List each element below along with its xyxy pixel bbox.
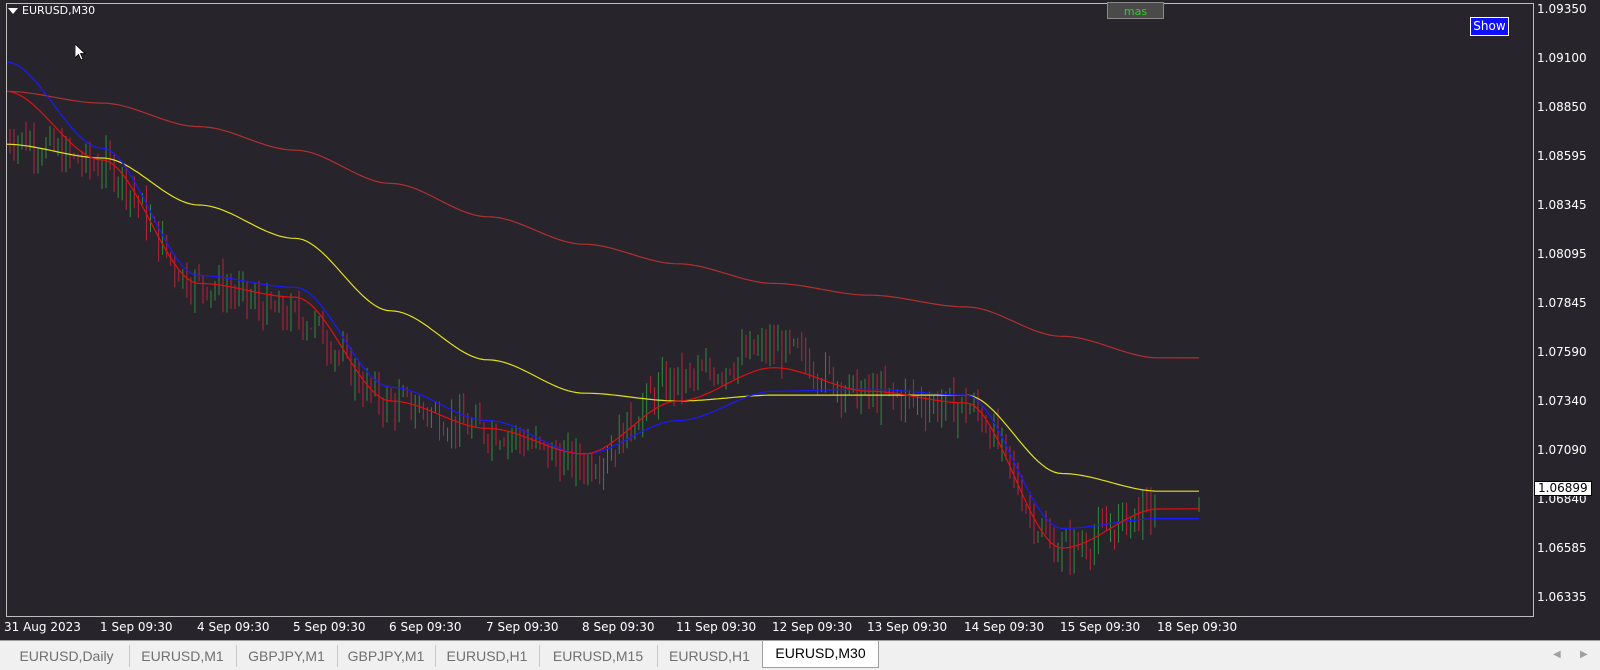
chart-plot-area[interactable] (6, 3, 1534, 617)
chart-tab[interactable]: EURUSD,Daily (4, 645, 130, 667)
chart-tab[interactable]: EURUSD,M1 (129, 645, 237, 667)
price-axis-label: 1.07845 (1537, 296, 1587, 310)
date-axis-label: 14 Sep 09:30 (964, 620, 1045, 634)
price-axis-label: 1.08595 (1537, 149, 1587, 163)
chart-tab[interactable]: GBPJPY,M1 (236, 645, 338, 667)
chart-svg[interactable] (7, 4, 1533, 616)
chart-title: EURUSD,M30 (8, 4, 95, 17)
date-axis-label: 13 Sep 09:30 (867, 620, 948, 634)
price-axis-label: 1.09350 (1537, 2, 1587, 16)
chart-window[interactable]: EURUSD,M30 mas Show 1.09350 1.09100 1.0885… (0, 0, 1600, 640)
chart-tab-bar: EURUSD,Daily EURUSD,M1 GBPJPY,M1 GBPJPY,M1 E… (0, 640, 1600, 670)
chart-tab[interactable]: EURUSD,M15 (539, 645, 658, 667)
scroll-left-icon[interactable]: ◀ (1553, 649, 1561, 660)
date-axis-label: 18 Sep 09:30 (1157, 620, 1238, 634)
date-axis-label: 1 Sep 09:30 (100, 620, 173, 634)
date-axis-label: 12 Sep 09:30 (772, 620, 853, 634)
price-axis-label: 1.08345 (1537, 198, 1587, 212)
date-axis-label: 5 Sep 09:30 (293, 620, 366, 634)
price-axis-label: 1.09100 (1537, 51, 1587, 65)
price-axis-label: 1.07590 (1537, 345, 1587, 359)
current-price-label: 1.06899 (1534, 481, 1592, 496)
chart-title-label: EURUSD,M30 (22, 4, 96, 17)
date-axis-label: 7 Sep 09:30 (486, 620, 559, 634)
price-axis-label: 1.08850 (1537, 100, 1587, 114)
price-axis-label: 1.06335 (1537, 590, 1587, 604)
date-axis-label: 6 Sep 09:30 (389, 620, 462, 634)
date-axis-label: 8 Sep 09:30 (582, 620, 655, 634)
ma-blue-line (7, 61, 1199, 529)
date-axis-label: 31 Aug 2023 (4, 620, 81, 634)
chart-tab[interactable]: GBPJPY,M1 (337, 645, 436, 667)
price-axis-label: 1.07090 (1537, 443, 1587, 457)
price-axis-label: 1.08095 (1537, 247, 1587, 261)
mas-button[interactable]: mas (1107, 2, 1164, 19)
scroll-right-icon[interactable]: ▶ (1580, 649, 1588, 660)
mouse-cursor-icon (75, 44, 87, 61)
date-axis-label: 11 Sep 09:30 (676, 620, 757, 634)
show-button[interactable]: Show (1470, 17, 1509, 36)
chart-tab[interactable]: EURUSD,H1 (657, 645, 763, 667)
ma-slow-line (7, 90, 1200, 359)
date-axis-label: 15 Sep 09:30 (1060, 620, 1141, 634)
triangle-down-icon[interactable] (8, 7, 18, 14)
chart-tab[interactable]: EURUSD,M30 (762, 641, 879, 668)
ma-yellow-line (7, 143, 1200, 492)
ma-red-line (7, 90, 1200, 549)
date-axis-label: 4 Sep 09:30 (197, 620, 270, 634)
chart-tab[interactable]: EURUSD,H1 (435, 645, 540, 667)
price-axis-label: 1.06585 (1537, 541, 1587, 555)
price-axis-label: 1.07340 (1537, 394, 1587, 408)
